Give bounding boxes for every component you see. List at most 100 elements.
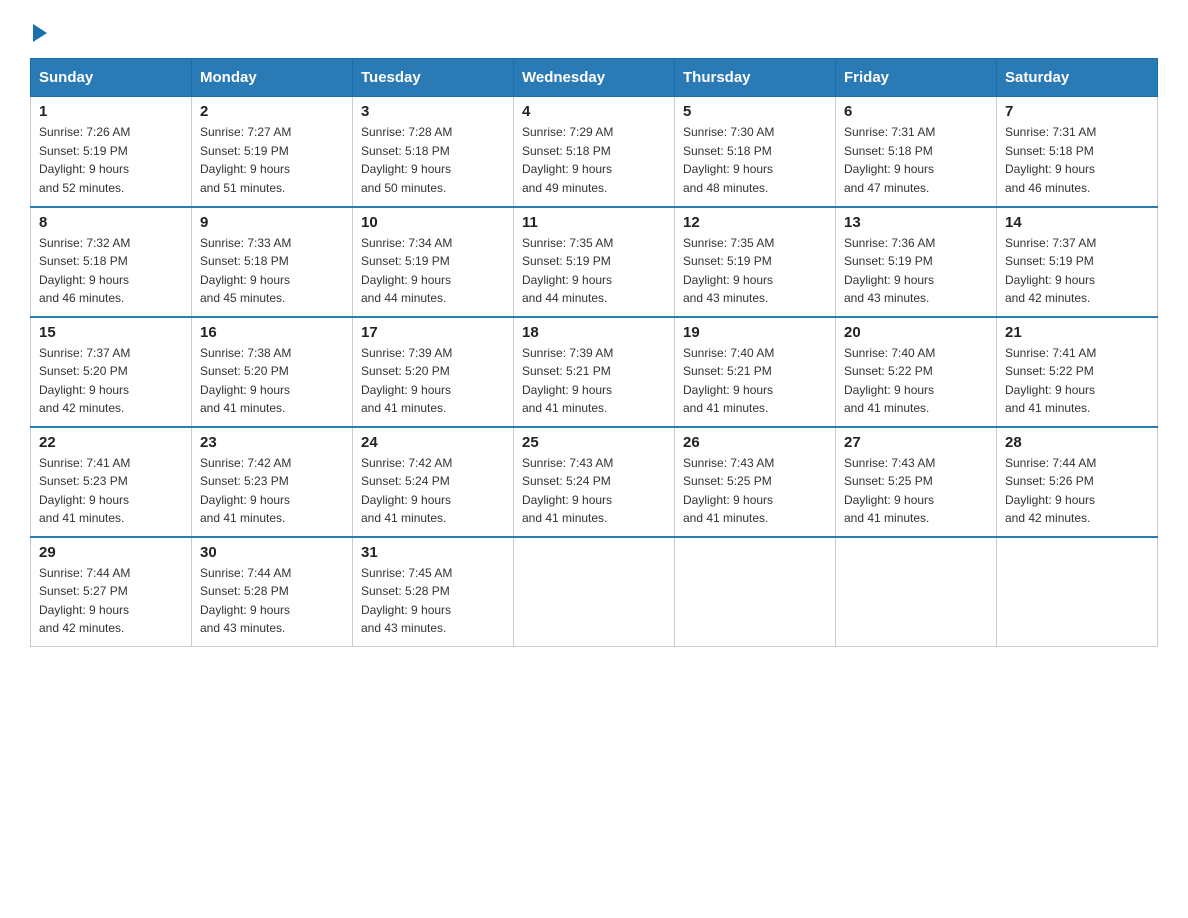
calendar-cell (675, 537, 836, 647)
day-number: 31 (361, 544, 505, 561)
day-info: Sunrise: 7:34 AMSunset: 5:19 PMDaylight:… (361, 234, 505, 308)
day-info: Sunrise: 7:33 AMSunset: 5:18 PMDaylight:… (200, 234, 344, 308)
calendar-cell: 14Sunrise: 7:37 AMSunset: 5:19 PMDayligh… (997, 207, 1158, 317)
column-header-friday: Friday (836, 59, 997, 97)
day-number: 15 (39, 324, 183, 341)
calendar-week-row: 22 Sunrise: 7:41 AMSunset: 5:23 PMDayligh… (31, 427, 1158, 537)
day-info: Sunrise: 7:38 AMSunset: 5:20 PMDaylight:… (200, 344, 344, 418)
day-info: Sunrise: 7:31 AMSunset: 5:18 PMDaylight:… (844, 123, 988, 197)
calendar-cell: 9 Sunrise: 7:33 AMSunset: 5:18 PMDaylight… (192, 207, 353, 317)
day-info: Sunrise: 7:36 AMSunset: 5:19 PMDaylight:… (844, 234, 988, 308)
calendar-week-row: 15 Sunrise: 7:37 AMSunset: 5:20 PMDayligh… (31, 317, 1158, 427)
day-info: Sunrise: 7:31 AMSunset: 5:18 PMDaylight:… (1005, 123, 1149, 197)
calendar-cell: 23Sunrise: 7:42 AMSunset: 5:23 PMDayligh… (192, 427, 353, 537)
day-number: 8 (39, 214, 183, 231)
day-number: 11 (522, 214, 666, 231)
day-number: 12 (683, 214, 827, 231)
day-number: 13 (844, 214, 988, 231)
calendar-week-row: 8 Sunrise: 7:32 AMSunset: 5:18 PMDaylight… (31, 207, 1158, 317)
day-info: Sunrise: 7:39 AMSunset: 5:20 PMDaylight:… (361, 344, 505, 418)
day-number: 2 (200, 103, 344, 120)
day-number: 29 (39, 544, 183, 561)
day-info: Sunrise: 7:43 AMSunset: 5:25 PMDaylight:… (844, 454, 988, 528)
calendar-cell: 21 Sunrise: 7:41 AMSunset: 5:22 PMDayligh… (997, 317, 1158, 427)
day-info: Sunrise: 7:40 AMSunset: 5:22 PMDaylight:… (844, 344, 988, 418)
day-number: 24 (361, 434, 505, 451)
calendar-cell (836, 537, 997, 647)
day-info: Sunrise: 7:44 AMSunset: 5:26 PMDaylight:… (1005, 454, 1149, 528)
day-number: 21 (1005, 324, 1149, 341)
calendar-cell: 26Sunrise: 7:43 AMSunset: 5:25 PMDayligh… (675, 427, 836, 537)
calendar-cell (514, 537, 675, 647)
calendar-cell: 11 Sunrise: 7:35 AMSunset: 5:19 PMDayligh… (514, 207, 675, 317)
calendar-week-row: 1 Sunrise: 7:26 AMSunset: 5:19 PMDaylight… (31, 97, 1158, 207)
calendar-cell: 17 Sunrise: 7:39 AMSunset: 5:20 PMDayligh… (353, 317, 514, 427)
calendar-cell: 25 Sunrise: 7:43 AMSunset: 5:24 PMDayligh… (514, 427, 675, 537)
day-info: Sunrise: 7:43 AMSunset: 5:25 PMDaylight:… (683, 454, 827, 528)
calendar-cell: 18 Sunrise: 7:39 AMSunset: 5:21 PMDayligh… (514, 317, 675, 427)
day-info: Sunrise: 7:41 AMSunset: 5:23 PMDaylight:… (39, 454, 183, 528)
day-number: 28 (1005, 434, 1149, 451)
calendar-cell: 20 Sunrise: 7:40 AMSunset: 5:22 PMDayligh… (836, 317, 997, 427)
day-number: 16 (200, 324, 344, 341)
calendar-cell: 16 Sunrise: 7:38 AMSunset: 5:20 PMDayligh… (192, 317, 353, 427)
day-number: 30 (200, 544, 344, 561)
day-info: Sunrise: 7:42 AMSunset: 5:24 PMDaylight:… (361, 454, 505, 528)
day-info: Sunrise: 7:28 AMSunset: 5:18 PMDaylight:… (361, 123, 505, 197)
day-number: 22 (39, 434, 183, 451)
day-info: Sunrise: 7:37 AMSunset: 5:20 PMDaylight:… (39, 344, 183, 418)
column-header-wednesday: Wednesday (514, 59, 675, 97)
day-info: Sunrise: 7:39 AMSunset: 5:21 PMDaylight:… (522, 344, 666, 418)
calendar-cell: 29 Sunrise: 7:44 AMSunset: 5:27 PMDayligh… (31, 537, 192, 647)
logo (30, 20, 47, 38)
calendar-cell: 3 Sunrise: 7:28 AMSunset: 5:18 PMDaylight… (353, 97, 514, 207)
day-number: 27 (844, 434, 988, 451)
day-info: Sunrise: 7:27 AMSunset: 5:19 PMDaylight:… (200, 123, 344, 197)
day-info: Sunrise: 7:45 AMSunset: 5:28 PMDaylight:… (361, 564, 505, 638)
day-info: Sunrise: 7:44 AMSunset: 5:28 PMDaylight:… (200, 564, 344, 638)
day-info: Sunrise: 7:35 AMSunset: 5:19 PMDaylight:… (683, 234, 827, 308)
calendar-cell: 28 Sunrise: 7:44 AMSunset: 5:26 PMDayligh… (997, 427, 1158, 537)
calendar-cell: 1 Sunrise: 7:26 AMSunset: 5:19 PMDaylight… (31, 97, 192, 207)
calendar-cell: 31 Sunrise: 7:45 AMSunset: 5:28 PMDayligh… (353, 537, 514, 647)
day-info: Sunrise: 7:32 AMSunset: 5:18 PMDaylight:… (39, 234, 183, 308)
page-header (30, 20, 1158, 38)
calendar-cell: 24 Sunrise: 7:42 AMSunset: 5:24 PMDayligh… (353, 427, 514, 537)
day-info: Sunrise: 7:41 AMSunset: 5:22 PMDaylight:… (1005, 344, 1149, 418)
day-number: 10 (361, 214, 505, 231)
calendar-cell: 6Sunrise: 7:31 AMSunset: 5:18 PMDaylight… (836, 97, 997, 207)
day-number: 3 (361, 103, 505, 120)
day-number: 18 (522, 324, 666, 341)
calendar-cell: 22 Sunrise: 7:41 AMSunset: 5:23 PMDayligh… (31, 427, 192, 537)
day-number: 9 (200, 214, 344, 231)
calendar-cell: 27 Sunrise: 7:43 AMSunset: 5:25 PMDayligh… (836, 427, 997, 537)
calendar-table: SundayMondayTuesdayWednesdayThursdayFrid… (30, 58, 1158, 647)
day-number: 17 (361, 324, 505, 341)
calendar-cell: 30 Sunrise: 7:44 AMSunset: 5:28 PMDayligh… (192, 537, 353, 647)
day-number: 4 (522, 103, 666, 120)
day-info: Sunrise: 7:30 AMSunset: 5:18 PMDaylight:… (683, 123, 827, 197)
day-number: 23 (200, 434, 344, 451)
calendar-cell: 15 Sunrise: 7:37 AMSunset: 5:20 PMDayligh… (31, 317, 192, 427)
day-info: Sunrise: 7:37 AMSunset: 5:19 PMDaylight:… (1005, 234, 1149, 308)
column-header-tuesday: Tuesday (353, 59, 514, 97)
day-info: Sunrise: 7:40 AMSunset: 5:21 PMDaylight:… (683, 344, 827, 418)
column-header-monday: Monday (192, 59, 353, 97)
day-number: 20 (844, 324, 988, 341)
calendar-cell: 7 Sunrise: 7:31 AMSunset: 5:18 PMDaylight… (997, 97, 1158, 207)
column-header-thursday: Thursday (675, 59, 836, 97)
day-info: Sunrise: 7:43 AMSunset: 5:24 PMDaylight:… (522, 454, 666, 528)
calendar-week-row: 29 Sunrise: 7:44 AMSunset: 5:27 PMDayligh… (31, 537, 1158, 647)
calendar-header-row: SundayMondayTuesdayWednesdayThursdayFrid… (31, 59, 1158, 97)
day-info: Sunrise: 7:26 AMSunset: 5:19 PMDaylight:… (39, 123, 183, 197)
calendar-cell: 10 Sunrise: 7:34 AMSunset: 5:19 PMDayligh… (353, 207, 514, 317)
day-number: 19 (683, 324, 827, 341)
column-header-sunday: Sunday (31, 59, 192, 97)
day-number: 25 (522, 434, 666, 451)
day-info: Sunrise: 7:44 AMSunset: 5:27 PMDaylight:… (39, 564, 183, 638)
day-number: 5 (683, 103, 827, 120)
calendar-cell: 4Sunrise: 7:29 AMSunset: 5:18 PMDaylight… (514, 97, 675, 207)
day-info: Sunrise: 7:35 AMSunset: 5:19 PMDaylight:… (522, 234, 666, 308)
day-number: 7 (1005, 103, 1149, 120)
day-number: 1 (39, 103, 183, 120)
